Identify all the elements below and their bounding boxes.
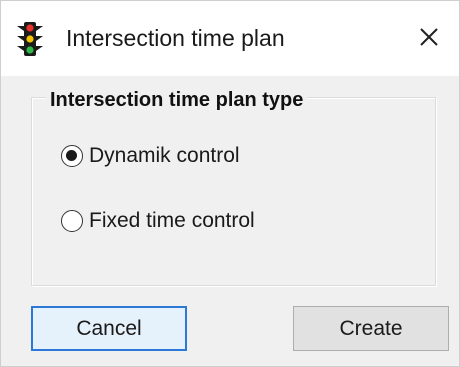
close-button[interactable] [409,17,449,57]
radio-button-unchecked[interactable] [61,210,83,232]
dialog-window: Intersection time plan Intersection time… [0,0,460,367]
window-title: Intersection time plan [66,25,285,51]
title-bar: Intersection time plan [1,1,459,76]
radio-label-dynamik: Dynamik control [89,144,240,167]
close-icon [409,28,449,61]
traffic-light-icon [15,21,45,57]
radio-button-checked[interactable] [61,145,83,167]
radio-fixed-time-control[interactable]: Fixed time control [61,207,255,235]
plan-type-groupbox [31,97,436,286]
radio-selected-dot [66,150,77,161]
cancel-button[interactable]: Cancel [31,306,187,351]
groupbox-title: Intersection time plan type [46,87,308,113]
radio-label-fixed: Fixed time control [89,209,255,232]
dialog-body: Intersection time plan type Dynamik cont… [1,76,459,366]
radio-dynamik-control[interactable]: Dynamik control [61,142,240,170]
create-button[interactable]: Create [293,306,449,351]
